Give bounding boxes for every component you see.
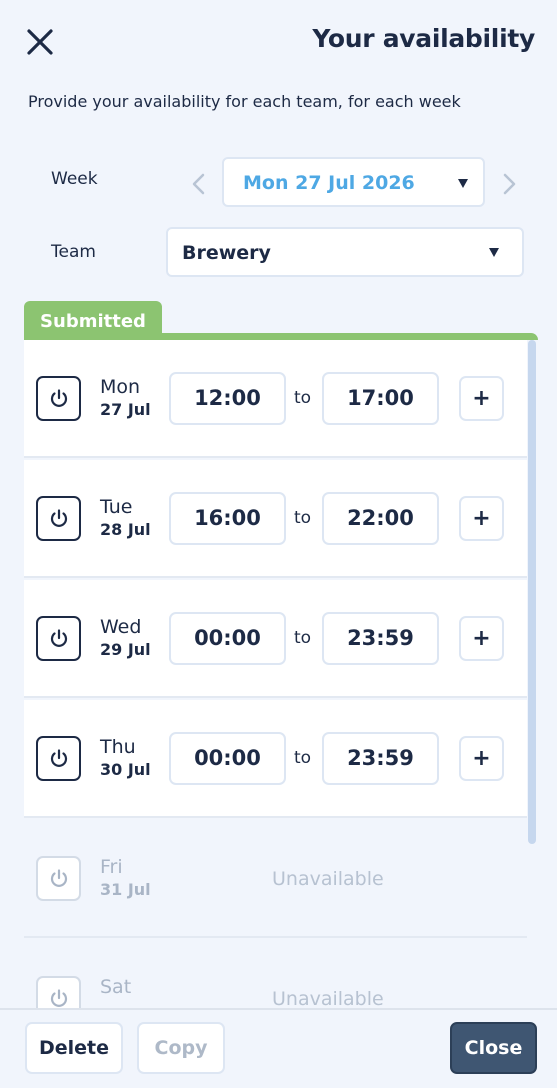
day-row-thu: Thu 30 Jul 00:00 to 23:59 + [24, 700, 527, 818]
unavailable-label: Unavailable [272, 868, 384, 890]
week-select-value: Mon 27 Jul 2026 [243, 172, 415, 194]
power-toggle-button[interactable] [36, 736, 81, 781]
power-icon [50, 869, 68, 887]
add-slot-button[interactable]: + [459, 616, 504, 661]
team-select[interactable]: Brewery [166, 227, 524, 277]
day-name: Sat [100, 976, 132, 998]
power-toggle-button[interactable] [36, 976, 81, 1008]
to-label: to [294, 388, 312, 408]
availability-list: Mon 27 Jul 12:00 to 17:00 + Tue 28 Jul 1… [24, 340, 527, 1008]
day-name: Tue [100, 496, 133, 518]
day-name: Wed [100, 616, 142, 638]
add-slot-button[interactable]: + [459, 496, 504, 541]
week-label: Week [51, 169, 98, 189]
power-toggle-button[interactable] [36, 496, 81, 541]
start-time-input[interactable]: 00:00 [169, 612, 286, 665]
day-name: Thu [100, 736, 136, 758]
to-label: to [294, 748, 312, 768]
day-date: 30 Jul [100, 760, 151, 779]
week-select[interactable]: Mon 27 Jul 2026 [222, 157, 485, 207]
day-row-fri: Fri 31 Jul Unavailable [24, 820, 527, 938]
day-row-sat: Sat Unavailable [24, 940, 527, 1008]
end-time-input[interactable]: 17:00 [322, 372, 439, 425]
end-time-input[interactable]: 23:59 [322, 612, 439, 665]
scrollbar[interactable] [528, 340, 536, 844]
power-icon [50, 509, 68, 527]
power-icon [50, 629, 68, 647]
status-divider [24, 333, 538, 340]
unavailable-label: Unavailable [272, 988, 384, 1008]
team-select-value: Brewery [182, 242, 271, 264]
caret-down-icon [458, 179, 468, 188]
copy-button[interactable]: Copy [137, 1022, 225, 1074]
power-toggle-button[interactable] [36, 376, 81, 421]
caret-down-icon [489, 248, 499, 257]
day-date: 27 Jul [100, 400, 151, 419]
day-date: 31 Jul [100, 880, 151, 899]
power-toggle-button[interactable] [36, 616, 81, 661]
day-date: 29 Jul [100, 640, 151, 659]
to-label: to [294, 508, 312, 528]
delete-button[interactable]: Delete [25, 1022, 123, 1074]
end-time-input[interactable]: 22:00 [322, 492, 439, 545]
footer-bar: Delete Copy Close [0, 1008, 557, 1088]
start-time-input[interactable]: 16:00 [169, 492, 286, 545]
day-row-tue: Tue 28 Jul 16:00 to 22:00 + [24, 460, 527, 578]
day-row-mon: Mon 27 Jul 12:00 to 17:00 + [24, 340, 527, 458]
power-toggle-button[interactable] [36, 856, 81, 901]
day-name: Mon [100, 376, 141, 398]
start-time-input[interactable]: 00:00 [169, 732, 286, 785]
close-button[interactable]: Close [450, 1022, 537, 1074]
add-slot-button[interactable]: + [459, 376, 504, 421]
team-label: Team [51, 242, 96, 262]
end-time-input[interactable]: 23:59 [322, 732, 439, 785]
day-date: 28 Jul [100, 520, 151, 539]
to-label: to [294, 628, 312, 648]
chevron-left-icon[interactable] [189, 172, 209, 196]
day-name: Fri [100, 856, 123, 878]
power-icon [50, 989, 68, 1007]
add-slot-button[interactable]: + [459, 736, 504, 781]
page-subtitle: Provide your availability for each team,… [28, 92, 461, 111]
start-time-input[interactable]: 12:00 [169, 372, 286, 425]
chevron-right-icon[interactable] [499, 172, 519, 196]
power-icon [50, 749, 68, 767]
day-row-wed: Wed 29 Jul 00:00 to 23:59 + [24, 580, 527, 698]
close-icon[interactable] [26, 28, 54, 56]
power-icon [50, 389, 68, 407]
page-title: Your availability [312, 24, 535, 53]
